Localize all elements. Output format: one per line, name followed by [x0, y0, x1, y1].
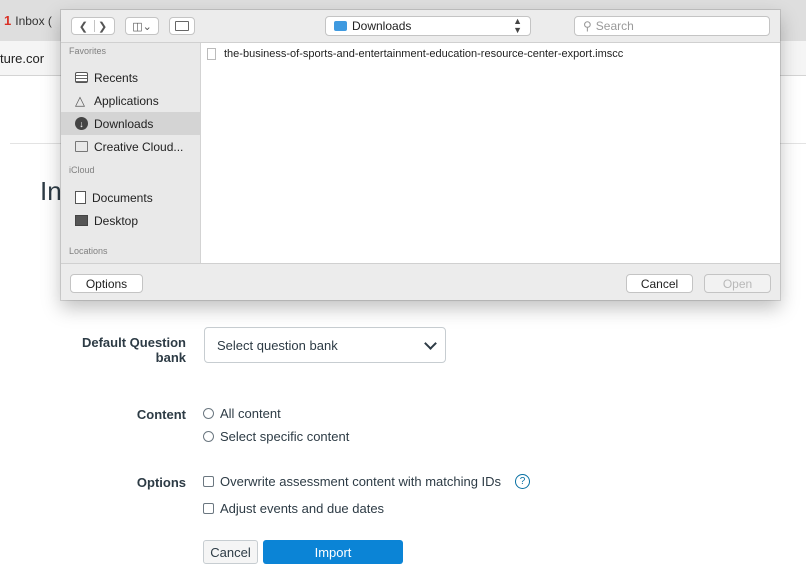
- radio-label: Select specific content: [220, 429, 350, 444]
- browser-url-text: ture.cor: [0, 51, 45, 66]
- content-label: Content: [136, 407, 186, 422]
- downloads-folder-icon: [334, 21, 347, 31]
- browser-tab-inbox[interactable]: 1 Inbox (: [0, 0, 64, 41]
- sidebar-item-label: Downloads: [94, 116, 154, 131]
- folder-icon: [175, 21, 189, 31]
- checkbox[interactable]: [203, 503, 214, 514]
- separator: [94, 20, 95, 32]
- sidebar-item-label: Desktop: [94, 213, 139, 228]
- recents-icon: [75, 72, 88, 83]
- sidebar-item-desktop[interactable]: Desktop: [61, 209, 200, 232]
- radio-button[interactable]: [203, 431, 214, 442]
- desktop-icon: [75, 215, 88, 226]
- sidebar-item-label: Documents: [92, 190, 153, 205]
- radio-select-specific-content[interactable]: Select specific content: [203, 429, 349, 444]
- checkbox-label: Adjust events and due dates: [220, 501, 385, 516]
- cancel-button[interactable]: Cancel: [203, 540, 258, 564]
- help-icon[interactable]: ?: [515, 474, 531, 489]
- options-label: Options: [136, 475, 186, 490]
- dialog-sidebar: Favorites Recents △ Applications ↓ Downl…: [61, 43, 201, 263]
- dialog-cancel-button[interactable]: Cancel: [626, 274, 693, 293]
- search-input[interactable]: ⚲ Search: [574, 16, 770, 36]
- new-folder-button[interactable]: [169, 17, 195, 35]
- chevron-right-icon[interactable]: ❯: [98, 20, 107, 33]
- file-name: the-business-of-sports-and-entertainment…: [224, 48, 624, 60]
- sidebar-heading-icloud: iCloud: [69, 165, 95, 175]
- sidebar-heading-favorites: Favorites: [69, 46, 107, 56]
- checkbox-adjust-dates[interactable]: Adjust events and due dates: [203, 501, 384, 516]
- sidebar-item-downloads[interactable]: ↓ Downloads: [61, 112, 200, 135]
- updown-chevron-icon: ▲ ▼: [513, 16, 522, 35]
- options-button[interactable]: Options: [70, 274, 143, 293]
- file-open-dialog: ❮ ❯ ◫⌄ Downloads ▲ ▼ ⚲ Search Favorites R…: [61, 10, 780, 300]
- sidebar-item-recents[interactable]: Recents: [61, 66, 200, 89]
- import-button[interactable]: Import: [263, 540, 403, 564]
- back-forward-buttons[interactable]: ❮ ❯: [71, 17, 115, 35]
- checkbox-overwrite-assessment[interactable]: Overwrite assessment content with matchi…: [203, 474, 531, 489]
- gmail-icon: 1: [4, 13, 12, 28]
- dialog-toolbar: ❮ ❯ ◫⌄ Downloads ▲ ▼ ⚲ Search: [61, 10, 780, 43]
- question-bank-select[interactable]: Select question bank: [204, 327, 446, 363]
- file-item[interactable]: the-business-of-sports-and-entertainment…: [207, 48, 623, 60]
- browser-tab-label: Inbox (: [15, 13, 52, 28]
- sidebar-item-label: Recents: [94, 70, 139, 85]
- sidebar-item-label: Applications: [94, 93, 159, 108]
- location-popup[interactable]: Downloads ▲ ▼: [325, 16, 531, 36]
- sidebar-item-label: Creative Cloud...: [94, 139, 184, 154]
- question-bank-select-value: Select question bank: [217, 337, 338, 353]
- file-icon: [207, 48, 216, 60]
- documents-icon: [75, 191, 86, 204]
- radio-label: All content: [220, 406, 281, 421]
- sidebar-item-documents[interactable]: Documents: [61, 186, 200, 209]
- checkbox[interactable]: [203, 476, 214, 487]
- radio-all-content[interactable]: All content: [203, 406, 281, 421]
- download-icon: ↓: [75, 117, 88, 130]
- open-button[interactable]: Open: [704, 274, 771, 293]
- dialog-footer: Options Cancel Open: [61, 263, 780, 300]
- file-list: the-business-of-sports-and-entertainment…: [201, 43, 780, 263]
- view-options-button[interactable]: ◫⌄: [125, 17, 159, 35]
- checkbox-label: Overwrite assessment content with matchi…: [220, 474, 502, 489]
- radio-button[interactable]: [203, 408, 214, 419]
- chevron-down-icon: [424, 336, 437, 350]
- applications-icon: △: [75, 93, 85, 108]
- sidebar-item-creative-cloud[interactable]: Creative Cloud...: [61, 135, 200, 158]
- folder-icon: [75, 141, 88, 152]
- sidebar-item-applications[interactable]: △ Applications: [61, 89, 200, 112]
- location-popup-label: Downloads: [352, 19, 412, 33]
- search-placeholder: Search: [595, 19, 634, 33]
- search-icon: ⚲: [583, 19, 592, 33]
- column-view-icon: ◫⌄: [132, 20, 152, 33]
- chevron-left-icon[interactable]: ❮: [79, 20, 88, 33]
- sidebar-heading-locations: Locations: [69, 246, 108, 256]
- question-bank-label: Default Question bank: [81, 335, 186, 365]
- page-title: In: [40, 176, 62, 206]
